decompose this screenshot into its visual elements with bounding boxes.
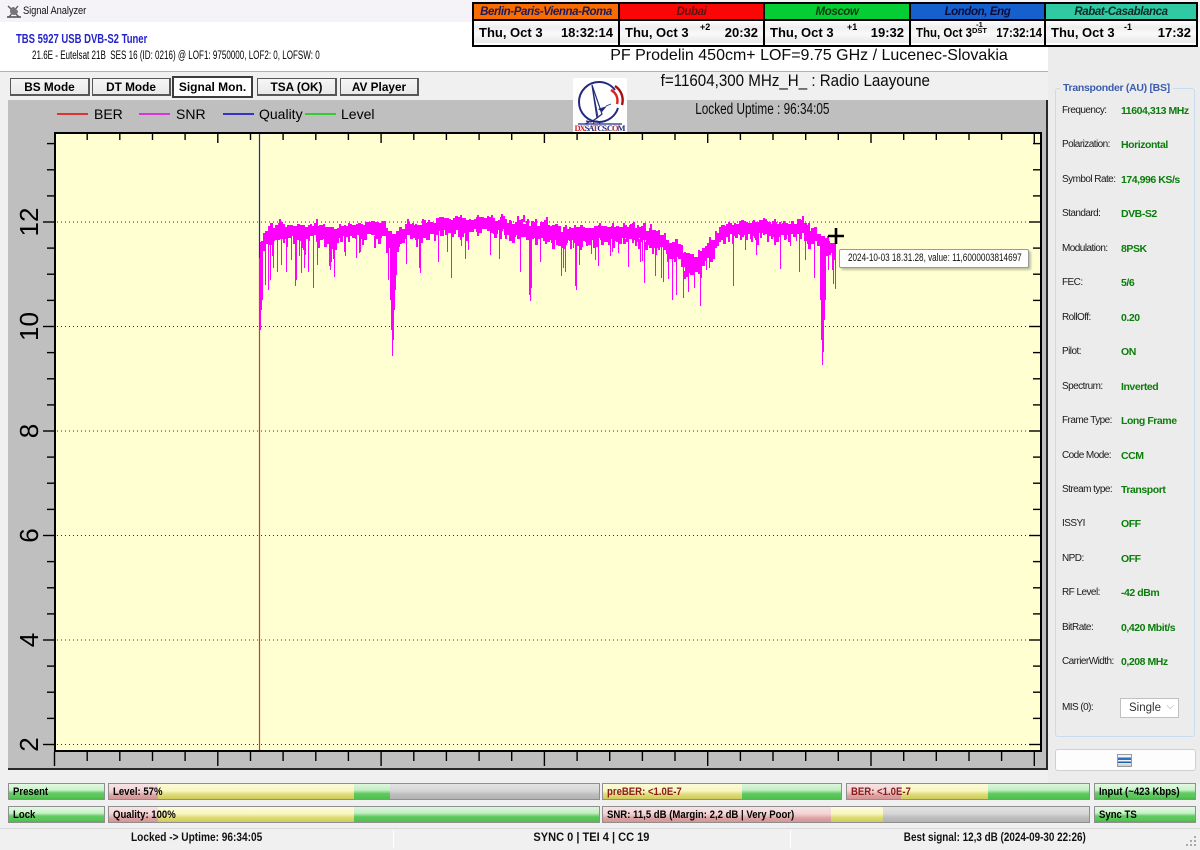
- svg-text:10: 10: [14, 312, 44, 341]
- svg-text:Quality: Quality: [259, 106, 303, 122]
- svg-text:2: 2: [14, 737, 44, 751]
- svg-text:12: 12: [14, 208, 44, 237]
- svg-text:4: 4: [14, 633, 44, 647]
- svg-text:Level: Level: [341, 106, 374, 122]
- svg-text:BER: BER: [94, 106, 123, 122]
- svg-text:DXSATCS.COM: DXSATCS.COM: [575, 123, 626, 132]
- svg-text:6: 6: [14, 528, 44, 542]
- svg-text:SNR: SNR: [176, 106, 206, 122]
- svg-text:8: 8: [14, 424, 44, 438]
